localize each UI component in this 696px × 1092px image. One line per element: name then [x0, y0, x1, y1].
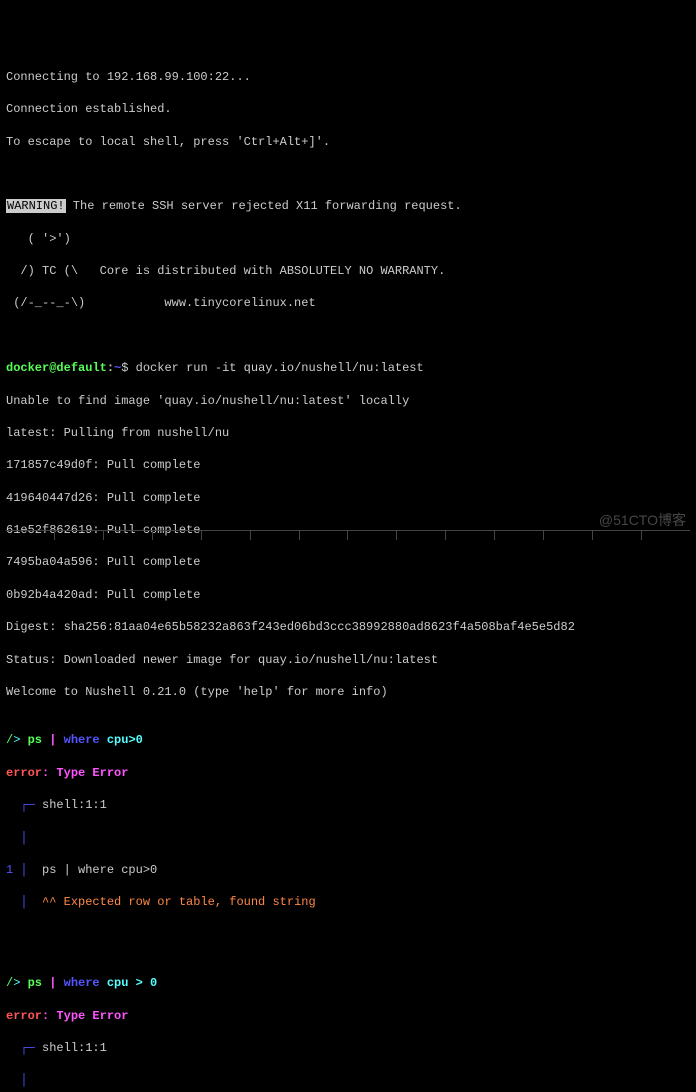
shell-prompt-line[interactable]: docker@default:~$ docker run -it quay.io…	[6, 360, 690, 376]
error-loc-1: ┌─ shell:1:1	[6, 797, 690, 813]
docker-command: docker run -it quay.io/nushell/nu:latest	[136, 361, 424, 375]
warning-text: The remote SSH server rejected X11 forwa…	[66, 199, 462, 213]
pull-line: 419640447d26: Pull complete	[6, 490, 690, 506]
where-kw: where	[64, 976, 100, 990]
digest-line: Digest: sha256:81aa04e65b58232a863f243ed…	[6, 619, 690, 635]
ps-cmd: ps	[28, 976, 42, 990]
ps-cmd: ps	[28, 733, 42, 747]
prompt-slash: /	[6, 976, 13, 990]
pipe: |	[49, 733, 56, 747]
prompt-gt: >	[13, 976, 27, 990]
prompt-user: docker	[6, 361, 49, 375]
error-box-2: │	[6, 1072, 690, 1088]
blank	[6, 927, 690, 943]
tc-art-3: (/-_--_-\) www.tinycorelinux.net	[6, 295, 690, 311]
where-kw: where	[64, 733, 100, 747]
condition: cpu > 0	[107, 976, 157, 990]
nu-prompt-1[interactable]: /> ps | where cpu>0	[6, 732, 690, 748]
status-line: Status: Downloaded newer image for quay.…	[6, 652, 690, 668]
pull-line: latest: Pulling from nushell/nu	[6, 425, 690, 441]
prompt-colon: :	[107, 361, 114, 375]
pull-line: Unable to find image 'quay.io/nushell/nu…	[6, 393, 690, 409]
prompt-slash: /	[6, 733, 13, 747]
error-header-2: error: Type Error	[6, 1008, 690, 1024]
tc-art-1: ( '>')	[6, 231, 690, 247]
error-label: error	[6, 1009, 42, 1023]
warning-badge: WARNING!	[6, 199, 66, 213]
error-loc-2: ┌─ shell:1:1	[6, 1040, 690, 1056]
conn-line-3: To escape to local shell, press 'Ctrl+Al…	[6, 134, 690, 150]
nu-prompt-2[interactable]: /> ps | where cpu > 0	[6, 975, 690, 991]
welcome-line: Welcome to Nushell 0.21.0 (type 'help' f…	[6, 684, 690, 700]
conn-line-2: Connection established.	[6, 101, 690, 117]
error-type: Type Error	[56, 766, 128, 780]
prompt-dollar: $	[121, 361, 135, 375]
condition: cpu>0	[107, 733, 143, 747]
error-header-1: error: Type Error	[6, 765, 690, 781]
error-code-1: 1 │ ps | where cpu>0	[6, 862, 690, 878]
error-label: error	[6, 766, 42, 780]
blank	[6, 328, 690, 344]
pull-line: 0b92b4a420ad: Pull complete	[6, 587, 690, 603]
error-hint-1: │ ^^ Expected row or table, found string	[6, 894, 690, 910]
prompt-gt: >	[13, 733, 27, 747]
blank	[6, 166, 690, 182]
pipe: |	[49, 976, 56, 990]
conn-line-1: Connecting to 192.168.99.100:22...	[6, 69, 690, 85]
prompt-host: default	[56, 361, 106, 375]
pull-line: 7495ba04a596: Pull complete	[6, 554, 690, 570]
error-type: Type Error	[56, 1009, 128, 1023]
tc-art-2: /) TC (\ Core is distributed with ABSOLU…	[6, 263, 690, 279]
pull-line: 171857c49d0f: Pull complete	[6, 457, 690, 473]
error-box-1: │	[6, 830, 690, 846]
table-border-row	[6, 530, 690, 540]
warning-line: WARNING! The remote SSH server rejected …	[6, 198, 690, 214]
